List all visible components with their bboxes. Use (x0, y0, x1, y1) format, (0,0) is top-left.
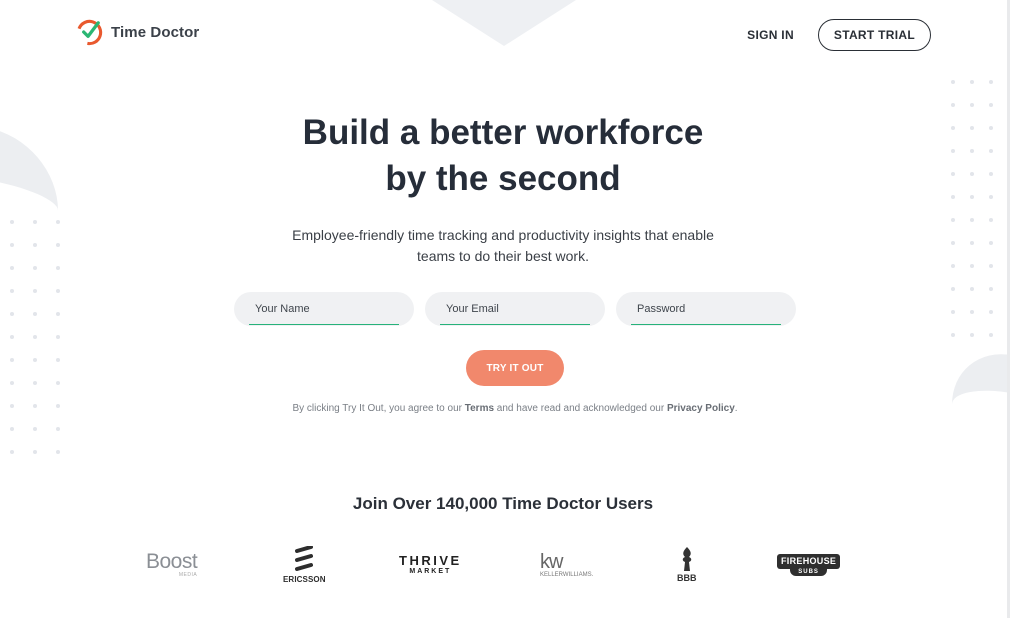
password-input[interactable] (616, 292, 796, 326)
bbb-torch-icon (682, 547, 691, 571)
thrive-logo-subtext: MARKET (409, 568, 452, 575)
decorative-dot (33, 427, 37, 431)
start-trial-button[interactable]: START TRIAL (817, 19, 931, 51)
boost-logo-subtext: MEDIA (178, 572, 198, 578)
firehouse-logo-subtext: SUBS (790, 569, 827, 576)
decorative-dot (951, 103, 955, 107)
decorative-dot (33, 335, 37, 339)
brand-name: Time Doctor (111, 24, 200, 41)
name-field-underline (249, 324, 399, 325)
decorative-dot (970, 103, 974, 107)
legal-prefix: By clicking Try It Out, you agree to our (292, 403, 465, 414)
try-it-out-button[interactable]: TRY IT OUT (466, 350, 564, 386)
decorative-dot (970, 287, 974, 291)
subtitle-line-1: Employee-friendly time tracking and prod… (292, 227, 714, 243)
decorative-dot (989, 310, 993, 314)
brand-logo-link[interactable]: Time Doctor (75, 18, 199, 47)
name-input[interactable] (234, 292, 414, 326)
decorative-dot (33, 289, 37, 293)
decorative-dot (989, 287, 993, 291)
decorative-dot (951, 218, 955, 222)
decorative-dot (951, 333, 955, 337)
thrive-logo-text: THRIVE (399, 553, 462, 568)
time-doctor-logo-icon (76, 19, 103, 46)
bbb-logo-text: BBB (677, 573, 697, 583)
thrive-market-logo: THRIVE MARKET (399, 553, 462, 576)
social-proof-heading: Join Over 140,000 Time Doctor Users (352, 494, 654, 513)
decorative-dot (56, 427, 60, 431)
decorative-dot (33, 312, 37, 316)
hero-subtitle: Employee-friendly time tracking and prod… (0, 225, 1006, 267)
decorative-dot (989, 333, 993, 337)
password-field-wrapper (616, 292, 796, 326)
decorative-dot (970, 310, 974, 314)
decorative-dot (989, 80, 993, 84)
decorative-dot (10, 312, 14, 316)
decorative-dot (33, 220, 37, 224)
decorative-dot (56, 289, 60, 293)
decorative-dot (951, 287, 955, 291)
legal-disclaimer: By clicking Try It Out, you agree to our… (0, 403, 1010, 414)
ericsson-mark-icon (295, 546, 314, 571)
ericsson-logo-text: ERICSSON (283, 575, 326, 584)
decorative-dot (10, 289, 14, 293)
decorative-dot (10, 427, 14, 431)
email-field-wrapper (425, 292, 605, 326)
firehouse-subs-logo: FIREHOUSE SUBS (777, 554, 841, 576)
decorative-dot (56, 312, 60, 316)
boost-media-logo: Boost MEDIA (146, 550, 198, 578)
sign-in-link[interactable]: SIGN IN (747, 28, 794, 42)
decorative-dot (56, 358, 60, 362)
subtitle-line-2: teams to do their best work. (417, 248, 589, 264)
decorative-dot (33, 450, 37, 454)
password-field-underline (631, 324, 781, 325)
firehouse-logo-text: FIREHOUSE (777, 554, 841, 569)
boost-logo-text: Boost (146, 550, 198, 573)
decorative-dot (970, 333, 974, 337)
decorative-dot (56, 450, 60, 454)
terms-link[interactable]: Terms (465, 403, 494, 414)
decorative-dot (10, 358, 14, 362)
decorative-dot (951, 310, 955, 314)
kw-logo-text: kw (540, 551, 563, 573)
background-triangle-decoration (432, 0, 576, 46)
email-field-underline (440, 324, 590, 325)
page-headline: Build a better workforce by the second (0, 110, 1006, 202)
legal-suffix: . (734, 403, 738, 414)
keller-williams-logo: kw KELLERWILLIAMS. (540, 552, 593, 578)
decorative-dot (56, 335, 60, 339)
decorative-dot (951, 80, 955, 84)
decorative-dot (56, 220, 60, 224)
privacy-policy-link[interactable]: Privacy Policy (667, 403, 735, 414)
ericsson-logo: ERICSSON (283, 546, 326, 584)
headline-line-1: Build a better workforce (302, 113, 704, 152)
decorative-dot (10, 381, 14, 385)
legal-middle: and have read and acknowledged our (494, 403, 667, 414)
decorative-dot (970, 218, 974, 222)
bbb-logo: BBB (677, 546, 697, 583)
decorative-dot (10, 335, 14, 339)
decorative-dot (989, 218, 993, 222)
top-navigation: SIGN IN START TRIAL (747, 19, 931, 51)
decorative-dot (56, 381, 60, 385)
decorative-dot (33, 358, 37, 362)
decorative-dot (970, 80, 974, 84)
email-input[interactable] (425, 292, 605, 326)
headline-line-2: by the second (385, 159, 621, 198)
decorative-dot (33, 381, 37, 385)
decorative-dot (989, 103, 993, 107)
name-field-wrapper (234, 292, 414, 326)
decorative-dot (10, 220, 14, 224)
decorative-dot (10, 450, 14, 454)
kw-logo-subtext: KELLERWILLIAMS. (540, 572, 594, 578)
